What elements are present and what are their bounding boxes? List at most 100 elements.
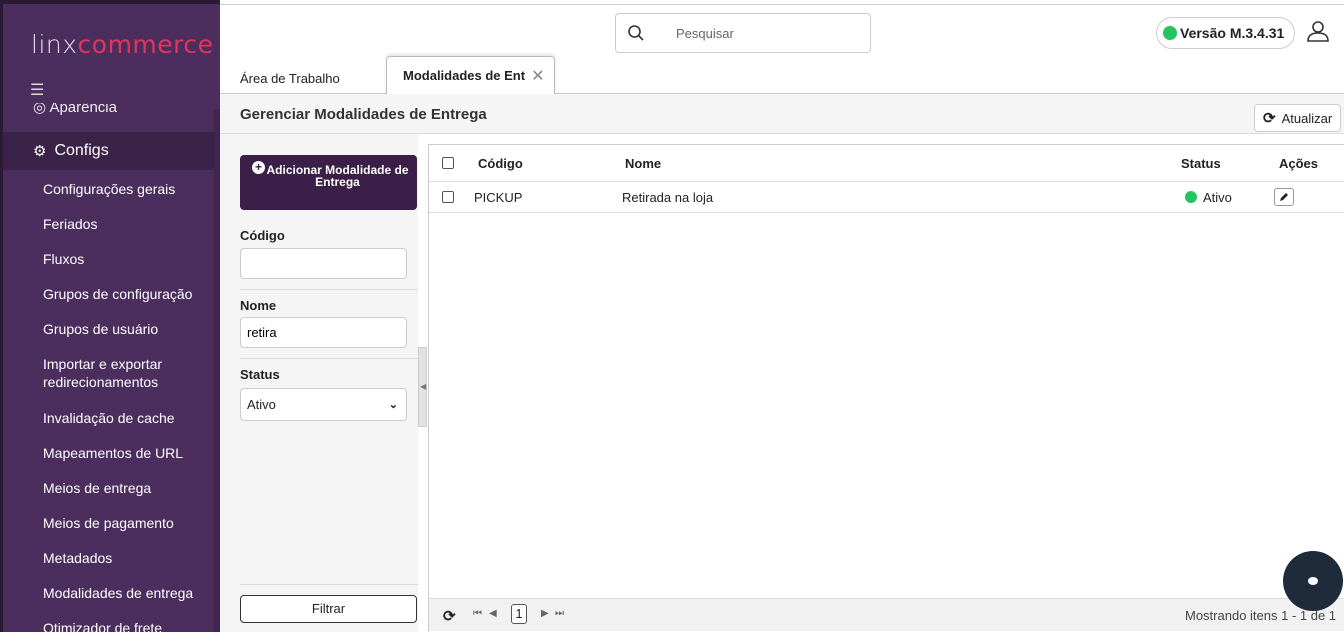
sidebar-item-label: Mapeamentos de URL — [43, 444, 184, 461]
version-status-dot — [1163, 26, 1177, 40]
tab-label: Modalidades de Ent — [403, 68, 526, 83]
column-header-code[interactable]: Código — [478, 145, 523, 181]
version-badge[interactable]: Versão M.3.4.31 — [1156, 17, 1296, 49]
tab-bar: Área de Trabalho Modalidades de Ent ✕ — [220, 56, 1344, 95]
top-bar: Versão M.3.4.31 — [220, 4, 1344, 56]
page-header: Gerenciar Modalidades de Entrega ⟳ Atual… — [220, 94, 1344, 134]
row-status-label: Ativo — [1203, 189, 1232, 205]
sidebar-item-invalidacao-cache[interactable]: Invalidação de cache — [3, 400, 214, 435]
tab-label: Área de Trabalho — [240, 70, 340, 86]
sidebar-item-label: Modalidades de entrega — [43, 584, 194, 601]
column-header-status[interactable]: Status — [1181, 145, 1221, 181]
tab-area-de-trabalho[interactable]: Área de Trabalho — [240, 62, 340, 94]
sidebar-item-modalidades-entrega[interactable]: Modalidades de entrega — [3, 575, 214, 610]
sidebar-section-configs-label: Configs — [54, 142, 109, 159]
divider — [240, 289, 418, 290]
sidebar-item-label: Invalidação de cache — [43, 409, 175, 426]
grid-header: Código Nome Status Ações — [429, 145, 1344, 182]
logo-text-linx: linx — [31, 30, 78, 59]
name-label: Nome — [240, 298, 277, 313]
divider — [240, 584, 418, 585]
row-checkbox[interactable] — [442, 191, 454, 203]
sidebar-item-configuracoes-gerais[interactable]: Configurações gerais — [3, 171, 214, 206]
sidebar-item-label: Meios de pagamento — [43, 514, 174, 531]
version-label: Versão M.3.4.31 — [1180, 25, 1285, 41]
tab-modalidades-entrega[interactable]: Modalidades de Ent ✕ — [386, 56, 555, 95]
column-header-actions: Ações — [1279, 155, 1319, 171]
sidebar-item-label: Otimizador de frete — [43, 619, 163, 632]
table-row[interactable]: PICKUP Retirada na loja Ativo — [429, 182, 1344, 213]
grid-refresh-icon[interactable]: ⟳ — [443, 607, 456, 625]
select-all-checkbox[interactable] — [442, 157, 454, 169]
add-delivery-mode-button[interactable]: + Adicionar Modalidade de Entrega — [240, 155, 417, 210]
sidebar-item-label: Configurações gerais — [43, 180, 176, 197]
linx-commerce-logo[interactable]: linxcommerce — [31, 30, 214, 59]
logo-text-commerce: commerce — [77, 30, 214, 59]
search-button[interactable] — [615, 13, 657, 53]
pencil-icon — [1280, 193, 1288, 201]
grid-pager: ⟳ ⏮ ◀ 1 ▶ ⏭ Mostrando itens 1 - 1 de 1 — [429, 598, 1344, 631]
hamburger-menu-icon[interactable]: ☰ — [30, 80, 44, 100]
divider — [240, 358, 418, 359]
row-status: Ativo — [1185, 182, 1232, 212]
search-input[interactable] — [656, 13, 871, 53]
sidebar-item-feriados[interactable]: Feriados — [3, 206, 214, 241]
refresh-button[interactable]: ⟳ Atualizar — [1254, 104, 1342, 132]
sidebar-item-label: Feriados — [43, 215, 98, 232]
delivery-modes-grid: Código Nome Status Ações PICKUP Retirada… — [428, 144, 1344, 632]
filter-panel: + Adicionar Modalidade de Entrega Código… — [220, 134, 418, 632]
sidebar-section-aparencia[interactable]: ◎ Aparência — [33, 103, 117, 117]
select-all-cell — [442, 145, 454, 181]
code-input[interactable] — [240, 248, 407, 279]
last-page-icon[interactable]: ⏭ — [555, 608, 564, 619]
sidebar-item-meios-pagamento[interactable]: Meios de pagamento — [3, 505, 214, 540]
refresh-label: Atualizar — [1281, 110, 1333, 126]
collapse-arrow-icon[interactable]: ◀ — [420, 382, 426, 391]
close-tab-icon[interactable]: ✕ — [531, 66, 544, 86]
add-button-label: Adicionar Modalidade de Entrega — [266, 163, 409, 189]
chat-bubble-icon — [1308, 577, 1318, 585]
chevron-down-icon: ⌄ — [388, 399, 398, 411]
sidebar-item-otimizador-frete[interactable]: Otimizador de frete — [3, 610, 214, 632]
page-title: Gerenciar Modalidades de Entrega — [240, 106, 487, 123]
sidebar-item-label: Fluxos — [43, 250, 85, 267]
status-active-dot — [1185, 191, 1197, 203]
status-label: Status — [240, 367, 280, 382]
plus-icon: + — [252, 161, 265, 174]
prev-page-icon[interactable]: ◀ — [489, 608, 497, 619]
user-icon[interactable] — [1305, 19, 1331, 45]
filter-button[interactable]: Filtrar — [240, 595, 417, 623]
sidebar-section-configs[interactable]: ⚙ Configs — [3, 132, 214, 170]
first-page-icon[interactable]: ⏮ — [473, 608, 482, 619]
status-select[interactable]: Ativo ⌄ — [240, 388, 407, 421]
status-select-value: Ativo — [247, 397, 276, 412]
gear-icon: ⚙ — [33, 143, 47, 160]
next-page-icon[interactable]: ▶ — [541, 608, 549, 619]
sidebar-item-fluxos[interactable]: Fluxos — [3, 241, 214, 276]
sidebar-item-label: Meios de entrega — [43, 479, 152, 496]
column-header-name[interactable]: Nome — [625, 145, 661, 181]
chat-button[interactable] — [1283, 551, 1343, 611]
row-select-cell — [442, 182, 454, 212]
sidebar-item-importar-exportar[interactable]: Importar e exportar redirecionamentos — [3, 346, 214, 400]
edit-button[interactable] — [1274, 188, 1294, 206]
refresh-icon: ⟳ — [1263, 110, 1276, 127]
sidebar-item-meios-entrega[interactable]: Meios de entrega — [3, 470, 214, 505]
panel-splitter[interactable]: ◀ — [418, 347, 427, 427]
sidebar-item-grupos-usuario[interactable]: Grupos de usuário — [3, 311, 214, 346]
search-icon — [628, 25, 644, 41]
sidebar-item-label: Grupos de usuário — [43, 320, 159, 337]
row-code: PICKUP — [474, 189, 523, 205]
sidebar-section-aparencia-label: Aparência — [49, 103, 117, 116]
current-page[interactable]: 1 — [511, 604, 527, 624]
sidebar-item-mapeamentos-url[interactable]: Mapeamentos de URL — [3, 435, 214, 470]
row-actions — [1274, 182, 1294, 212]
row-name: Retirada na loja — [622, 189, 714, 205]
sidebar-configs-list: Configurações gerais Feriados Fluxos Gru… — [3, 171, 214, 632]
sidebar-item-label: Importar e exportar redirecionamentos — [43, 356, 163, 390]
sidebar-item-metadados[interactable]: Metadados — [3, 540, 214, 575]
name-input[interactable] — [240, 317, 407, 348]
code-label: Código — [240, 228, 285, 243]
sidebar-item-grupos-configuracao[interactable]: Grupos de configuração — [3, 276, 214, 311]
sidebar-item-label: Grupos de configuração — [43, 285, 193, 302]
